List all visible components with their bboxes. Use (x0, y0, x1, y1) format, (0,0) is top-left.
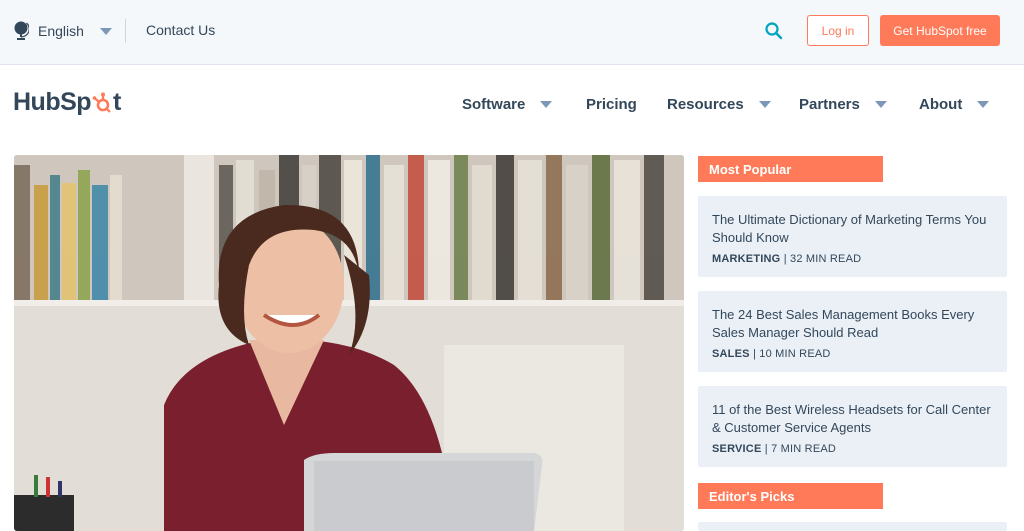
chevron-down-icon (540, 100, 553, 108)
article-title: 11 of the Best Wireless Headsets for Cal… (712, 402, 991, 435)
sprocket-icon (92, 92, 111, 113)
get-hubspot-free-button[interactable]: Get HubSpot free (880, 15, 1000, 46)
article-card[interactable]: 11 of the Best Wireless Headsets for Cal… (698, 386, 1007, 467)
search-icon[interactable] (764, 21, 784, 41)
hubspot-logo[interactable]: HubSp t (13, 88, 121, 117)
nav-pricing[interactable]: Pricing (586, 94, 637, 114)
chevron-down-icon (874, 100, 887, 108)
article-meta: SALES | 10 MIN READ (712, 348, 993, 360)
chevron-down-icon (758, 100, 771, 108)
article-read-time: | 32 MIN READ (783, 253, 862, 265)
article-category: SALES (712, 348, 750, 360)
hero-image[interactable] (14, 155, 684, 531)
logo-text-start: HubSp (13, 88, 92, 116)
most-popular-label: Most Popular (698, 156, 883, 182)
globe-icon (14, 21, 29, 40)
article-card[interactable]: The Ultimate Dictionary of Marketing Ter… (698, 196, 1007, 277)
editors-picks-label: Editor's Picks (698, 483, 883, 509)
nav-partners[interactable]: Partners (799, 94, 887, 114)
log-in-button[interactable]: Log in (807, 15, 869, 46)
nav-label: Resources (667, 95, 744, 113)
nav-about[interactable]: About (919, 94, 990, 114)
nav-software[interactable]: Software (462, 94, 553, 114)
article-read-time: | 7 MIN READ (764, 443, 837, 455)
article-meta: SERVICE | 7 MIN READ (712, 443, 993, 455)
article-meta: MARKETING | 32 MIN READ (712, 253, 993, 265)
chevron-down-icon (99, 27, 112, 35)
utility-divider (125, 19, 126, 43)
language-selector[interactable]: English (14, 19, 112, 43)
nav-label: About (919, 95, 963, 113)
article-category: SERVICE (712, 443, 762, 455)
nav-resources[interactable]: Resources (667, 94, 771, 114)
logo-text-end: t (113, 88, 121, 116)
utility-bar: English Contact Us Log in Get HubSpot fr… (0, 0, 1024, 65)
article-title: The Ultimate Dictionary of Marketing Ter… (712, 212, 987, 245)
nav-label: Partners (799, 95, 860, 113)
main-nav: HubSp t Software Pricing Resources Partn… (0, 66, 1024, 142)
chevron-down-icon (977, 100, 990, 108)
contact-us-link[interactable]: Contact Us (146, 22, 215, 38)
article-card[interactable]: The 24 Best Sales Management Books Every… (698, 291, 1007, 372)
language-label: English (38, 23, 84, 39)
nav-label: Pricing (586, 95, 637, 113)
nav-label: Software (462, 95, 526, 113)
article-read-time: | 10 MIN READ (752, 348, 831, 360)
article-category: MARKETING (712, 253, 781, 265)
article-card[interactable] (698, 522, 1007, 531)
article-title: The 24 Best Sales Management Books Every… (712, 307, 975, 340)
